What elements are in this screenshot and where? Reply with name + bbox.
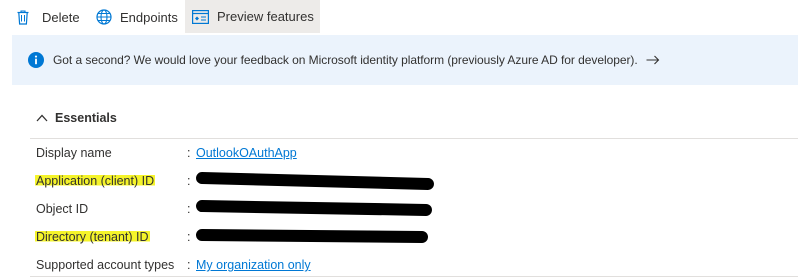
separator-colon: : <box>187 258 191 272</box>
separator-colon: : <box>187 146 191 160</box>
separator-colon: : <box>187 174 191 188</box>
feedback-banner: Got a second? We would love your feedbac… <box>12 35 798 85</box>
trash-icon <box>16 9 30 25</box>
tenant-id-label: Directory (tenant) ID <box>35 230 150 244</box>
chevron-up-icon <box>36 114 48 122</box>
app-registration-overview: Delete Endpoints Preview features Got a … <box>0 0 798 278</box>
essentials-divider <box>30 138 798 139</box>
delete-button[interactable]: Delete <box>16 0 80 34</box>
essentials-toggle[interactable]: Essentials <box>36 110 117 126</box>
info-icon <box>28 52 44 68</box>
endpoints-label: Endpoints <box>120 9 178 25</box>
preview-features-label: Preview features <box>217 9 314 24</box>
preview-features-button[interactable]: Preview features <box>185 0 320 33</box>
display-name-link[interactable]: OutlookOAuthApp <box>196 146 297 160</box>
essentials-title: Essentials <box>55 111 117 125</box>
redacted-value <box>195 199 433 217</box>
property-row-account-types: Supported account types : My organizatio… <box>0 255 798 275</box>
application-id-label: Application (client) ID <box>35 174 156 188</box>
command-bar: Delete Endpoints Preview features <box>0 0 798 34</box>
separator-colon: : <box>187 230 191 244</box>
endpoints-button[interactable]: Endpoints <box>96 0 178 34</box>
redacted-value <box>195 171 435 191</box>
property-row-application-id: Application (client) ID : <box>0 171 798 191</box>
arrow-right-icon[interactable] <box>646 55 660 65</box>
property-row-display-name: Display name : OutlookOAuthApp <box>0 143 798 163</box>
feedback-banner-text: Got a second? We would love your feedbac… <box>53 53 638 67</box>
globe-icon <box>96 9 112 25</box>
separator-colon: : <box>187 202 191 216</box>
property-row-tenant-id: Directory (tenant) ID : <box>0 227 798 247</box>
object-id-label: Object ID <box>36 202 89 216</box>
redacted-value <box>195 228 429 244</box>
delete-label: Delete <box>42 9 80 25</box>
account-types-link[interactable]: My organization only <box>196 258 311 272</box>
display-name-label: Display name <box>36 146 112 160</box>
essentials-bottom-divider <box>30 276 798 277</box>
account-types-label: Supported account types <box>36 258 175 272</box>
property-row-object-id: Object ID : <box>0 199 798 219</box>
preview-window-icon <box>192 9 209 24</box>
